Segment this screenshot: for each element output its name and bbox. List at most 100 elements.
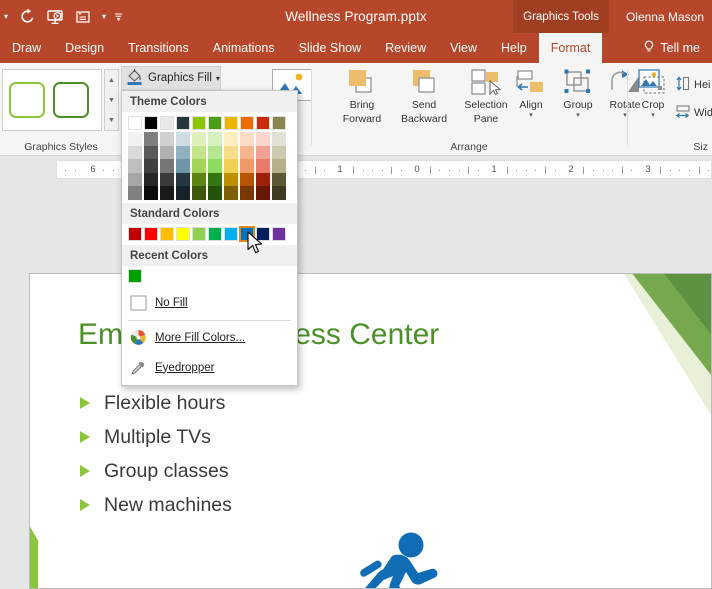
align-button[interactable]: Align ▾ xyxy=(509,67,553,137)
theme-color-swatch[interactable] xyxy=(128,172,142,186)
theme-color-swatch[interactable] xyxy=(144,186,158,200)
standard-color-swatch[interactable] xyxy=(239,225,255,242)
theme-color-swatch[interactable] xyxy=(144,145,158,159)
theme-color-swatch[interactable] xyxy=(272,132,286,146)
theme-color-swatch[interactable] xyxy=(272,145,286,159)
tab-draw[interactable]: Draw xyxy=(0,33,53,63)
standard-color-swatch[interactable] xyxy=(128,226,142,241)
theme-color-swatch[interactable] xyxy=(256,145,270,159)
standard-color-swatch[interactable] xyxy=(256,226,270,241)
theme-color-swatch[interactable] xyxy=(240,145,254,159)
theme-color-column[interactable] xyxy=(240,116,254,200)
standard-colors-row[interactable] xyxy=(122,224,297,245)
menu-item-no-fill[interactable]: No Fill xyxy=(122,288,297,318)
theme-color-swatch[interactable] xyxy=(272,186,286,200)
theme-color-swatch[interactable] xyxy=(224,116,238,130)
send-backward-button[interactable]: Send Backward xyxy=(393,67,455,137)
theme-color-column[interactable] xyxy=(160,116,174,200)
tab-slide-show[interactable]: Slide Show xyxy=(287,33,374,63)
slide-bullet-list[interactable]: Flexible hours Multiple TVs Group classe… xyxy=(80,386,232,522)
theme-color-swatch[interactable] xyxy=(176,132,190,146)
theme-color-swatch[interactable] xyxy=(224,172,238,186)
theme-color-column[interactable] xyxy=(128,116,142,200)
theme-color-swatch[interactable] xyxy=(160,186,174,200)
theme-color-swatch[interactable] xyxy=(208,116,222,130)
theme-colors-grid[interactable] xyxy=(122,112,297,203)
gallery-more-icon[interactable]: ▼ xyxy=(108,117,115,124)
graphics-fill-caret-icon[interactable]: ▾ xyxy=(216,74,220,83)
theme-color-swatch[interactable] xyxy=(176,116,190,130)
list-item[interactable]: New machines xyxy=(80,488,232,522)
graphics-style-thumb-2[interactable] xyxy=(53,82,89,118)
standard-color-swatch[interactable] xyxy=(272,226,286,241)
theme-color-swatch[interactable] xyxy=(240,159,254,173)
theme-color-swatch[interactable] xyxy=(256,172,270,186)
fill-color-dropdown-menu[interactable]: Theme Colors Standard Colors Recent Colo… xyxy=(121,90,298,386)
theme-color-swatch[interactable] xyxy=(224,145,238,159)
theme-color-swatch[interactable] xyxy=(272,172,286,186)
theme-color-column[interactable] xyxy=(224,116,238,200)
theme-color-column[interactable] xyxy=(208,116,222,200)
standard-color-swatch[interactable] xyxy=(144,226,158,241)
selection-pane-button[interactable]: Selection Pane xyxy=(455,67,517,137)
shape-width-field[interactable]: Wid xyxy=(675,103,712,123)
theme-color-column[interactable] xyxy=(176,116,190,200)
theme-color-swatch[interactable] xyxy=(160,172,174,186)
theme-color-swatch[interactable] xyxy=(192,145,206,159)
graphics-fill-button[interactable]: Graphics Fill ▾ xyxy=(121,66,221,90)
standard-color-swatch[interactable] xyxy=(224,226,238,241)
group-button[interactable]: Group ▾ xyxy=(555,67,601,137)
list-item[interactable]: Flexible hours xyxy=(80,386,232,420)
theme-color-swatch[interactable] xyxy=(144,172,158,186)
menu-item-eyedropper[interactable]: Eyedropper xyxy=(122,353,297,383)
theme-color-column[interactable] xyxy=(256,116,270,200)
theme-color-swatch[interactable] xyxy=(240,132,254,146)
gallery-scroll-controls[interactable]: ▲ ▼ ▼ xyxy=(104,69,119,131)
theme-color-swatch[interactable] xyxy=(224,132,238,146)
theme-color-swatch[interactable] xyxy=(192,159,206,173)
align-caret-icon[interactable]: ▾ xyxy=(529,112,533,119)
theme-color-swatch[interactable] xyxy=(176,145,190,159)
tab-view[interactable]: View xyxy=(438,33,489,63)
theme-color-swatch[interactable] xyxy=(224,186,238,200)
theme-color-swatch[interactable] xyxy=(176,172,190,186)
theme-color-swatch[interactable] xyxy=(208,172,222,186)
theme-color-swatch[interactable] xyxy=(144,116,158,130)
theme-color-swatch[interactable] xyxy=(192,186,206,200)
tab-design[interactable]: Design xyxy=(53,33,116,63)
running-person-icon[interactable] xyxy=(352,532,444,589)
theme-color-swatch[interactable] xyxy=(176,186,190,200)
theme-color-swatch[interactable] xyxy=(128,132,142,146)
graphics-style-thumb-1[interactable] xyxy=(9,82,45,118)
theme-color-swatch[interactable] xyxy=(128,159,142,173)
theme-color-swatch[interactable] xyxy=(256,116,270,130)
theme-color-swatch[interactable] xyxy=(160,159,174,173)
theme-color-swatch[interactable] xyxy=(240,116,254,130)
standard-color-swatch[interactable] xyxy=(176,226,190,241)
theme-color-swatch[interactable] xyxy=(128,116,142,130)
standard-color-swatch[interactable] xyxy=(208,226,222,241)
recent-color-swatch[interactable] xyxy=(128,268,142,283)
standard-color-swatch[interactable] xyxy=(160,226,174,241)
user-account-name[interactable]: Olenna Mason xyxy=(618,0,712,33)
theme-color-swatch[interactable] xyxy=(240,172,254,186)
list-item[interactable]: Multiple TVs xyxy=(80,420,232,454)
theme-color-column[interactable] xyxy=(144,116,158,200)
theme-color-swatch[interactable] xyxy=(272,116,286,130)
gallery-scroll-down-icon[interactable]: ▼ xyxy=(108,97,115,104)
theme-color-swatch[interactable] xyxy=(272,159,286,173)
shape-height-field[interactable]: Hei xyxy=(675,75,711,95)
theme-color-swatch[interactable] xyxy=(128,145,142,159)
theme-color-swatch[interactable] xyxy=(160,132,174,146)
theme-color-swatch[interactable] xyxy=(256,132,270,146)
theme-color-swatch[interactable] xyxy=(128,186,142,200)
crop-button[interactable]: Crop ▾ xyxy=(631,67,675,137)
theme-color-column[interactable] xyxy=(192,116,206,200)
theme-color-swatch[interactable] xyxy=(144,132,158,146)
theme-color-swatch[interactable] xyxy=(160,116,174,130)
standard-color-swatch[interactable] xyxy=(192,226,206,241)
theme-color-swatch[interactable] xyxy=(192,132,206,146)
theme-color-swatch[interactable] xyxy=(208,159,222,173)
theme-color-swatch[interactable] xyxy=(256,186,270,200)
tab-help[interactable]: Help xyxy=(489,33,539,63)
